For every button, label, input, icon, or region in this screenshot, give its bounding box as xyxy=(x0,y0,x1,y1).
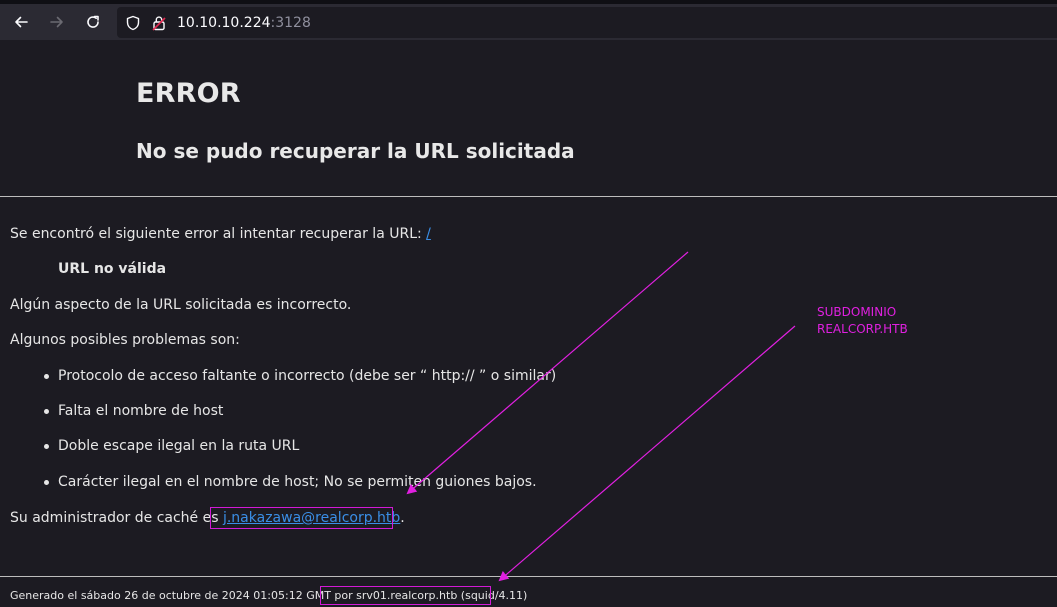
url-port[interactable]: :3128 xyxy=(271,15,311,31)
error-header: ERROR No se pudo recuperar la URL solici… xyxy=(0,40,1057,197)
problem-item: Carácter ilegal en el nombre de host; No… xyxy=(44,474,537,490)
bullet-icon xyxy=(44,373,49,379)
problem-item: Doble escape ilegal en la ruta URL xyxy=(44,438,299,454)
forward-button[interactable] xyxy=(42,7,72,37)
bullet-icon xyxy=(44,408,49,414)
browser-toolbar: 10.10.10.224:3128 xyxy=(0,4,1057,40)
subdomain-annotation: SUBDOMINIO REALCORP.HTB xyxy=(817,304,908,338)
problem-text: Carácter ilegal en el nombre de host; No… xyxy=(58,474,537,490)
url-host[interactable]: 10.10.10.224 xyxy=(177,15,271,31)
intro-line: Se encontró el siguiente error al intent… xyxy=(10,226,431,242)
lock-icon[interactable] xyxy=(151,15,167,31)
annotation-line-2: REALCORP.HTB xyxy=(817,322,908,336)
reload-icon xyxy=(87,15,99,28)
problem-text: Protocolo de acceso faltante o incorrect… xyxy=(58,368,557,384)
footer-divider xyxy=(0,576,1057,577)
problem-item: Falta el nombre de host xyxy=(44,403,223,419)
back-button[interactable] xyxy=(6,7,36,37)
server-highlight-box xyxy=(320,586,491,605)
page-content: ERROR No se pudo recuperar la URL solici… xyxy=(0,40,1057,607)
bullet-icon xyxy=(44,479,49,485)
forward-arrow-icon xyxy=(50,16,63,28)
problem-item: Protocolo de acceso faltante o incorrect… xyxy=(44,368,556,384)
problem-text: Falta el nombre de host xyxy=(58,403,224,419)
shield-icon[interactable] xyxy=(125,15,141,31)
back-arrow-icon xyxy=(15,16,28,28)
reload-button[interactable] xyxy=(78,7,108,37)
intro-text: Se encontró el siguiente error al intent… xyxy=(10,226,427,242)
error-title: ERROR xyxy=(136,78,241,109)
bullet-icon xyxy=(44,443,49,449)
requested-url-link[interactable]: / xyxy=(426,226,431,242)
error-description: Algún aspecto de la URL solicitada es in… xyxy=(10,297,352,313)
annotation-line-1: SUBDOMINIO xyxy=(817,305,897,319)
email-highlight-box xyxy=(210,507,393,529)
admin-text: Su administrador de caché es xyxy=(10,510,223,526)
error-name: URL no válida xyxy=(58,261,167,277)
admin-suffix: . xyxy=(400,510,405,526)
problems-heading: Algunos posibles problemas son: xyxy=(10,332,240,348)
error-subtitle: No se pudo recuperar la URL solicitada xyxy=(136,139,575,163)
url-bar[interactable]: 10.10.10.224:3128 xyxy=(117,7,1057,38)
footer-prefix: Generado el sábado 26 de octubre de 2024… xyxy=(10,589,357,602)
arrow-to-server xyxy=(498,325,796,582)
problem-text: Doble escape ilegal en la ruta URL xyxy=(58,438,300,454)
